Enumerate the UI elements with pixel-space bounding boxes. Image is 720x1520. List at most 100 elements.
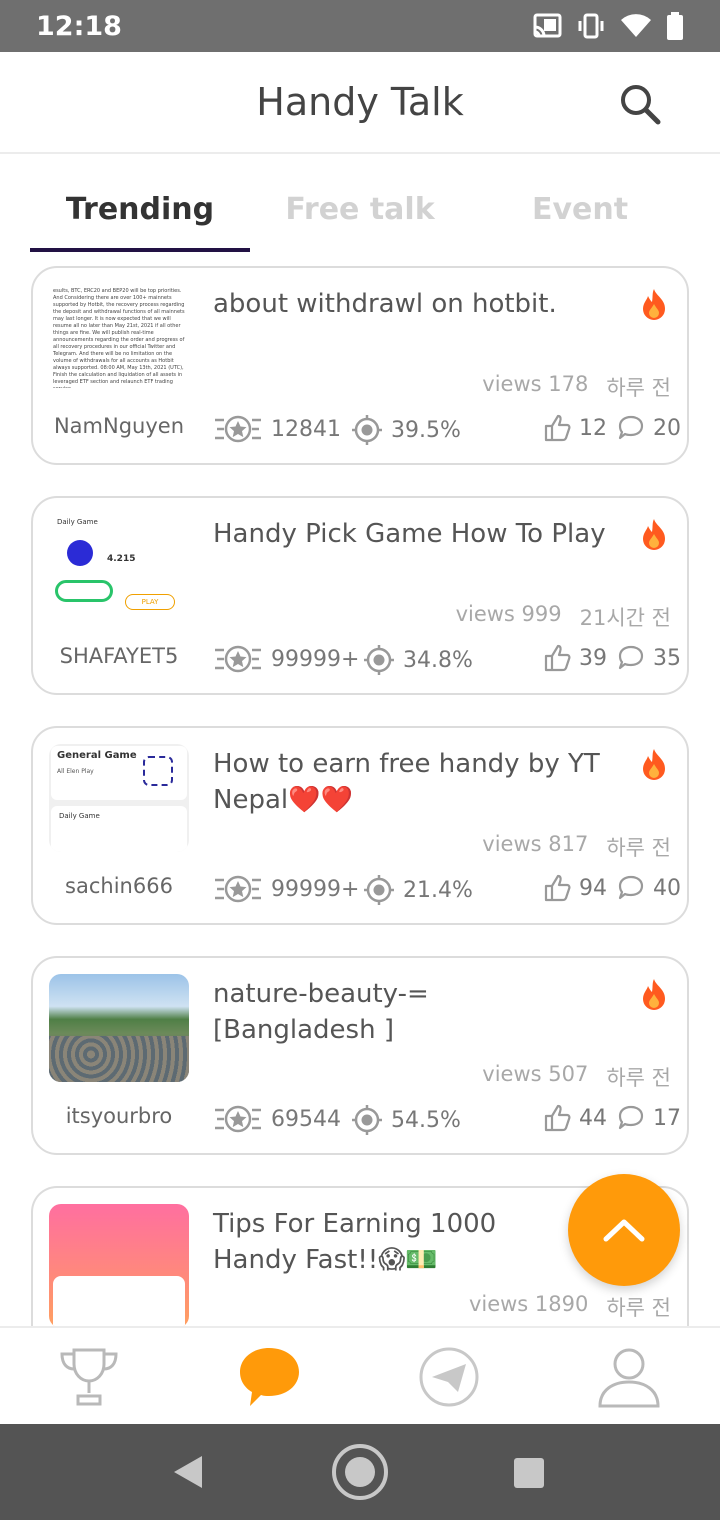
star-badge-icon (215, 415, 261, 443)
post-title: How to earn free handy by YT Nepal❤️❤️ (213, 749, 600, 815)
chat-bubble-icon[interactable] (236, 1344, 302, 1410)
thumbnail-daily-game: Daily Game (57, 518, 98, 526)
battery-icon (667, 12, 683, 40)
star-badge-icon (215, 875, 261, 903)
comments-stat[interactable]: 17 (617, 1104, 681, 1132)
target-icon (364, 645, 394, 675)
likes-count: 94 (579, 875, 607, 901)
thumbnail-text: esults, BTC, ERC20 and BEP20 will be top… (53, 288, 185, 388)
post-meta: views 817 하루 전 (482, 832, 671, 862)
points-value: 99999+ (271, 646, 360, 672)
comments-count: 17 (653, 1105, 681, 1131)
post-card[interactable]: General Game All Elen Play Daily Game Ho… (31, 726, 689, 925)
paper-plane-icon[interactable] (416, 1344, 482, 1410)
likes-count: 12 (579, 415, 607, 441)
points-stat: 99999+ (213, 644, 359, 674)
scroll-to-top-button[interactable] (568, 1174, 680, 1286)
post-thumbnail (49, 974, 189, 1082)
comments-count: 20 (653, 415, 681, 441)
back-icon[interactable] (172, 1454, 204, 1490)
thumbnail-panel: General Game All Elen Play (51, 746, 187, 800)
comments-count: 40 (653, 875, 681, 901)
comment-icon (618, 645, 644, 670)
post-time: 21시간 전 (579, 606, 671, 630)
post-time: 하루 전 (606, 376, 671, 400)
tab-free-talk[interactable]: Free talk (250, 192, 470, 227)
post-time: 하루 전 (606, 1296, 671, 1320)
thumbs-up-icon (544, 874, 571, 902)
post-title: Tips For Earning 1000 Handy Fast!!😱💵 (213, 1209, 497, 1275)
thumbnail-panel: Daily Game (51, 806, 187, 852)
post-time: 하루 전 (606, 1066, 671, 1090)
recents-icon[interactable] (512, 1456, 546, 1490)
river-stones (49, 1036, 189, 1082)
likes-stat[interactable]: 94 (543, 874, 607, 902)
post-card[interactable]: esults, BTC, ERC20 and BEP20 will be top… (31, 266, 689, 465)
tab-trending[interactable]: Trending (30, 192, 250, 227)
post-thumbnail: General Game All Elen Play Daily Game (49, 744, 189, 852)
comments-stat[interactable]: 35 (617, 644, 681, 672)
rate-stat: 21.4% (363, 874, 473, 906)
post-meta: views 178 하루 전 (482, 372, 671, 402)
rate-value: 34.8% (403, 647, 473, 673)
views-count: views 507 (482, 1062, 589, 1086)
comments-stat[interactable]: 40 (617, 874, 681, 902)
fire-icon (643, 979, 665, 1010)
fire-icon (643, 749, 665, 780)
target-icon (352, 415, 382, 445)
post-meta: views 999 21시간 전 (456, 602, 671, 632)
thumbnail-play-button: PLAY (125, 594, 175, 610)
cast-icon (533, 13, 562, 38)
points-stat: 69544 (213, 1104, 341, 1134)
coin-logo-icon (67, 540, 93, 566)
post-title: nature-beauty-=[Bangladesh ] (213, 979, 429, 1045)
post-time: 하루 전 (606, 836, 671, 860)
post-title: Handy Pick Game How To Play (213, 519, 606, 549)
star-badge-icon (215, 1105, 261, 1133)
trophy-icon[interactable] (56, 1344, 122, 1410)
likes-stat[interactable]: 39 (543, 644, 607, 672)
rate-stat: 54.5% (351, 1104, 461, 1136)
rate-value: 39.5% (391, 417, 461, 443)
search-icon[interactable] (618, 82, 662, 126)
rate-value: 21.4% (403, 877, 473, 903)
comment-icon (618, 1105, 644, 1130)
likes-stat[interactable]: 12 (543, 414, 607, 442)
comments-stat[interactable]: 20 (617, 414, 681, 442)
post-card[interactable]: Daily Game 4.215 PLAY Handy Pick Game Ho… (31, 496, 689, 695)
status-time: 12:18 (36, 10, 122, 42)
comment-icon (618, 415, 644, 440)
profile-icon[interactable] (596, 1344, 662, 1410)
tab-event[interactable]: Event (470, 192, 690, 227)
points-stat: 12841 (213, 414, 341, 444)
author-name[interactable]: NamNguyen (49, 414, 189, 438)
thumbs-up-icon (544, 414, 571, 442)
points-value: 99999+ (271, 876, 360, 902)
post-thumbnail (49, 1204, 189, 1326)
status-icons (532, 12, 684, 40)
likes-stat[interactable]: 44 (543, 1104, 607, 1132)
app-title: Handy Talk (256, 80, 464, 124)
chevron-up-icon (603, 1219, 645, 1242)
app-bar: Handy Talk (0, 52, 720, 154)
comments-count: 35 (653, 645, 681, 671)
author-name[interactable]: sachin666 (49, 874, 189, 898)
author-name[interactable]: SHAFAYET5 (49, 644, 189, 668)
wifi-icon (621, 14, 651, 37)
post-meta: views 1890 하루 전 (469, 1292, 671, 1322)
post-meta: views 507 하루 전 (482, 1062, 671, 1092)
rate-value: 54.5% (391, 1107, 461, 1133)
post-card[interactable]: nature-beauty-=[Bangladesh ] views 507 하… (31, 956, 689, 1155)
thumbs-up-icon (544, 1104, 571, 1132)
highlight-scribble (55, 580, 113, 602)
active-tab-indicator (30, 248, 250, 252)
author-name[interactable]: itsyourbro (49, 1104, 189, 1128)
target-icon (364, 875, 394, 905)
points-value: 69544 (271, 1106, 341, 1132)
bottom-navigation (0, 1326, 720, 1424)
views-count: views 178 (482, 372, 589, 396)
system-navigation-bar (0, 1424, 720, 1520)
home-icon[interactable] (330, 1442, 390, 1502)
points-stat: 99999+ (213, 874, 359, 904)
rate-stat: 34.8% (363, 644, 473, 676)
